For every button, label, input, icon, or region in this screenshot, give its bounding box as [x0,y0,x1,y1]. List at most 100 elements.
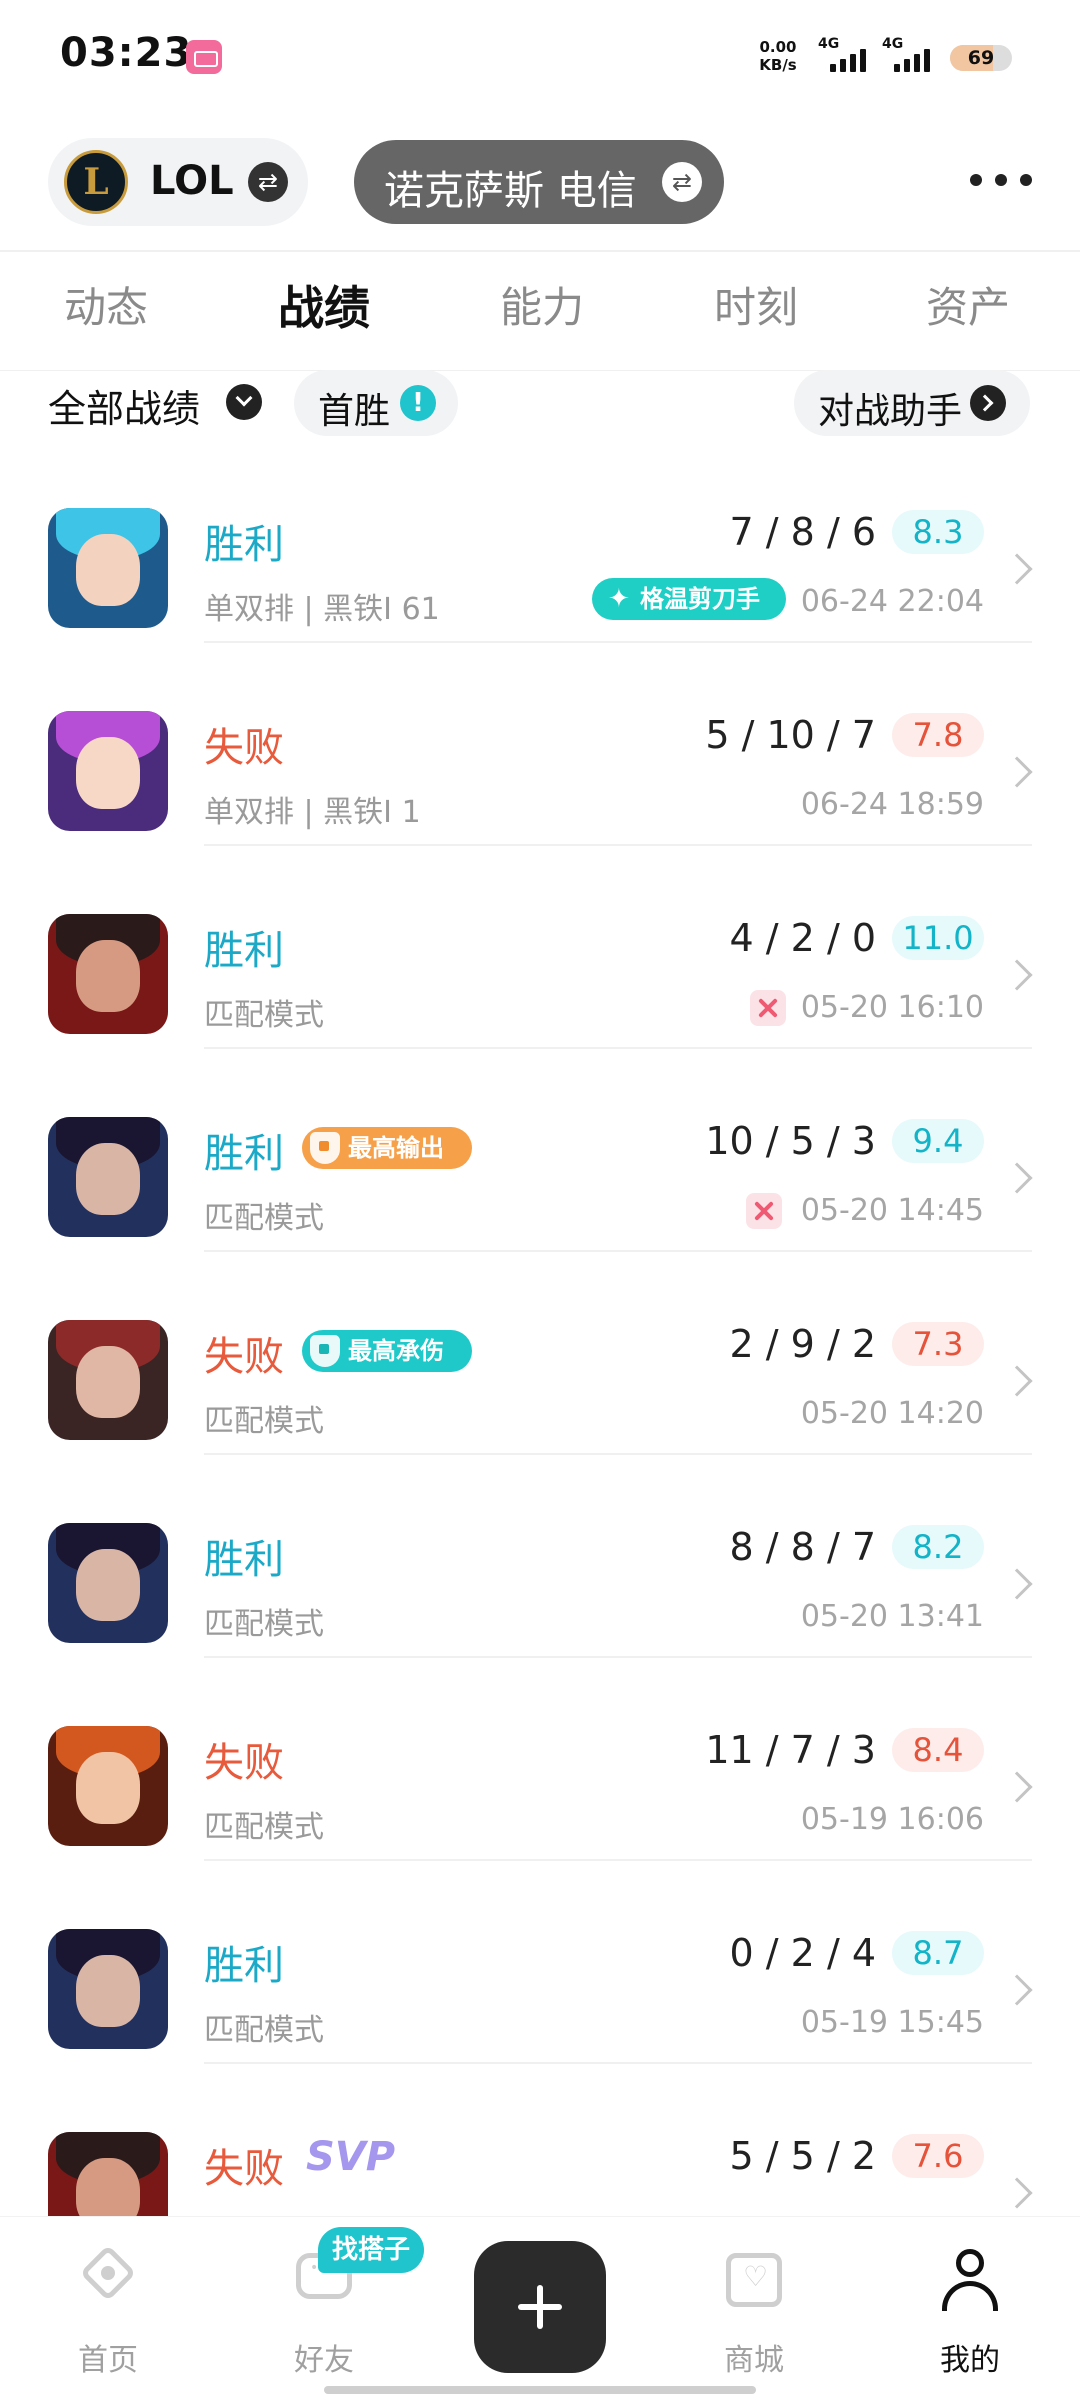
chevron-right-icon [1001,2177,1033,2209]
match-list: 胜利 单双排 | 黑铁I 61 7 / 8 / 6 8.3 ✦ 格温剪刀手 06-… [0,440,1080,2216]
home-icon [74,2244,142,2311]
nav-shop[interactable]: 商城 [684,2217,824,2400]
nav-label: 首页 [78,2343,138,2378]
match-row[interactable]: 胜利 单双排 | 黑铁I 61 7 / 8 / 6 8.3 ✦ 格温剪刀手 06-… [0,440,1080,643]
match-time: 06-24 22:04 [800,584,984,619]
match-row[interactable]: 失败 最高承伤 匹配模式 2 / 9 / 2 7.3 05-20 14:20 [0,1252,1080,1455]
crown-shield-icon [310,1132,340,1164]
profile-icon [936,2247,1004,2311]
network-speed-unit: KB/s [759,56,797,74]
champion-avatar [48,1523,168,1643]
all-records-label: 全部战绩 [48,387,201,431]
video-clip-icon[interactable] [746,1193,782,1229]
tab-moments[interactable]: 时刻 [714,274,798,335]
match-score: 7.6 [892,2134,984,2178]
chevron-right-icon [1001,1162,1033,1194]
match-score: 8.2 [892,1525,984,1569]
chevron-right-icon [1001,1568,1033,1600]
match-result: 胜利 [204,1537,284,1583]
champion-avatar [48,508,168,628]
match-mode: 单双排 | 黑铁I 1 [204,795,421,830]
kda: 5 / 5 / 2 [729,2134,876,2178]
tab-records[interactable]: 战绩 [278,272,370,338]
top-damage-badge: 最高输出 [302,1127,472,1169]
lol-logo-icon: L [64,150,128,214]
match-row[interactable]: 失败 SVP 5 / 5 / 2 7.6 [0,2064,1080,2216]
champion-avatar [48,914,168,1034]
clock: 03:23 [60,30,193,76]
tab-feed[interactable]: 动态 [64,274,148,335]
game-name: LOL [150,158,234,204]
match-row[interactable]: 失败 匹配模式 11 / 7 / 3 8.4 05-19 16:06 [0,1658,1080,1861]
battle-assistant-label: 对战助手 [818,391,963,432]
kda: 4 / 2 / 0 [729,916,876,960]
match-result: 胜利 [204,1943,284,1989]
network-speed: 0.00 KB/s [752,38,804,74]
match-time: 05-20 16:10 [800,990,984,1025]
match-result: 失败 [204,1740,284,1786]
champion-avatar [48,2132,168,2216]
match-score: 8.4 [892,1728,984,1772]
find-partner-badge[interactable]: 找搭子 [318,2227,425,2273]
chevron-right-icon [1001,756,1033,788]
all-records-filter[interactable]: 全部战绩 [48,378,262,431]
server-switcher[interactable]: 诺克萨斯 电信 ⇄ [354,140,724,224]
kda: 7 / 8 / 6 [729,510,876,554]
match-time: 05-20 14:45 [800,1193,984,1228]
champion-avatar [48,1726,168,1846]
signal-icon: 4G [882,36,934,76]
nav-label: 商城 [724,2343,784,2378]
match-row[interactable]: 胜利 最高输出 匹配模式 10 / 5 / 3 9.4 05-20 14:45 [0,1049,1080,1252]
highlight-badge[interactable]: ✦ 格温剪刀手 [592,578,786,620]
create-button[interactable] [474,2241,606,2373]
match-row[interactable]: 胜利 匹配模式 4 / 2 / 0 11.0 05-20 16:10 [0,846,1080,1049]
tab-ability[interactable]: 能力 [500,274,584,335]
match-result: 胜利 [204,928,284,974]
chevron-right-icon [1001,553,1033,585]
top-tank-badge: 最高承伤 [302,1330,472,1372]
match-mode: 匹配模式 [204,1404,324,1439]
tab-assets[interactable]: 资产 [926,274,1010,335]
kda: 2 / 9 / 2 [729,1322,876,1366]
match-mode: 匹配模式 [204,1810,324,1845]
more-icon[interactable] [966,160,1036,200]
chevron-right-icon [1001,1974,1033,2006]
svp-badge: SVP [306,2134,396,2180]
signal-icon: 4G [818,36,870,76]
match-score: 8.7 [892,1931,984,1975]
game-switcher[interactable]: L LOL ⇄ [48,138,308,226]
signal-type: 4G [818,36,840,52]
network-speed-value: 0.00 [759,38,797,56]
match-mode: 匹配模式 [204,2013,324,2048]
match-mode: 匹配模式 [204,998,324,1033]
shield-icon [310,1335,340,1367]
first-win-label: 首胜 [318,391,391,432]
swap-icon: ⇄ [662,162,702,202]
signal-type: 4G [882,36,904,52]
badge-label: 最高输出 [348,1134,444,1162]
kda: 5 / 10 / 7 [705,713,876,757]
match-score: 11.0 [892,916,984,960]
swap-icon: ⇄ [248,162,288,202]
champion-avatar [48,711,168,831]
video-clip-icon[interactable] [750,990,786,1026]
chevron-right-icon [1001,1771,1033,1803]
badge-label: 最高承伤 [348,1337,444,1365]
battle-assistant-button[interactable]: 对战助手 [794,370,1030,436]
match-mode: 匹配模式 [204,1201,324,1236]
match-row[interactable]: 失败 单双排 | 黑铁I 1 5 / 10 / 7 7.8 06-24 18:5… [0,643,1080,846]
kda: 8 / 8 / 7 [729,1525,876,1569]
champion-avatar [48,1320,168,1440]
match-time: 06-24 18:59 [800,787,984,822]
nav-home[interactable]: 首页 [38,2217,178,2400]
match-result: 失败 [204,1334,284,1380]
chevron-down-icon [226,384,262,420]
match-row[interactable]: 胜利 匹配模式 8 / 8 / 7 8.2 05-20 13:41 [0,1455,1080,1658]
match-score: 8.3 [892,510,984,554]
sparkle-icon: ✦ [608,584,630,614]
match-mode: 单双排 | 黑铁I 61 [204,592,440,627]
nav-me[interactable]: 我的 [900,2217,1040,2400]
match-row[interactable]: 胜利 匹配模式 0 / 2 / 4 8.7 05-19 15:45 [0,1861,1080,2064]
first-win-button[interactable]: 首胜 ! [294,370,458,436]
chevron-right-icon [970,385,1006,421]
